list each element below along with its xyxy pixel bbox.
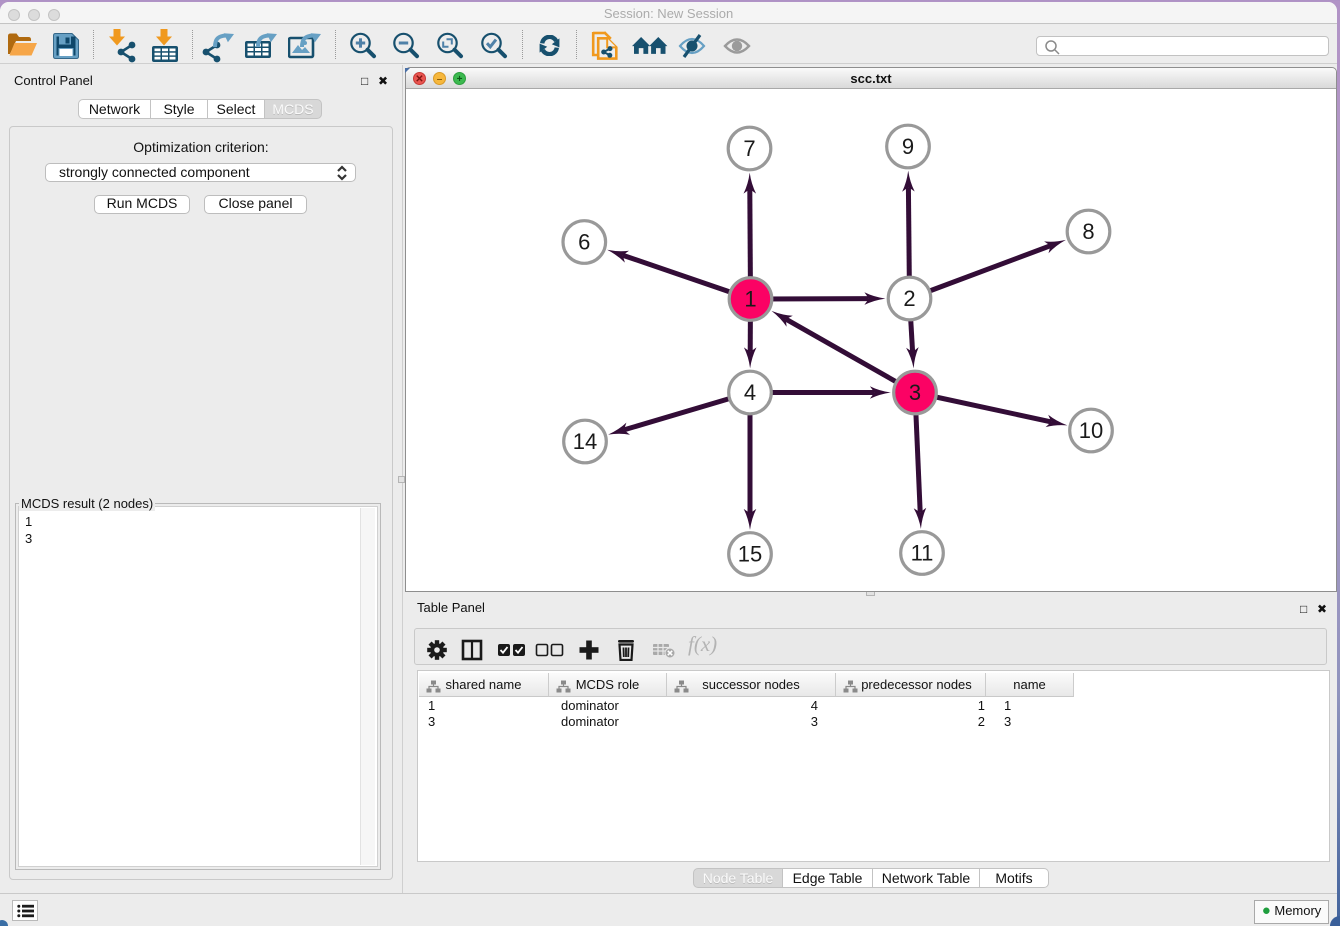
svg-text:4: 4	[744, 380, 756, 405]
svg-text:6: 6	[578, 230, 590, 255]
svg-text:14: 14	[573, 429, 597, 454]
svg-text:15: 15	[738, 542, 762, 567]
svg-text:7: 7	[743, 136, 755, 161]
svg-text:10: 10	[1079, 418, 1103, 443]
svg-text:9: 9	[902, 134, 914, 159]
svg-text:3: 3	[909, 380, 921, 405]
svg-text:2: 2	[903, 286, 915, 311]
svg-text:1: 1	[744, 287, 756, 312]
svg-text:8: 8	[1082, 219, 1094, 244]
svg-text:11: 11	[911, 541, 934, 566]
